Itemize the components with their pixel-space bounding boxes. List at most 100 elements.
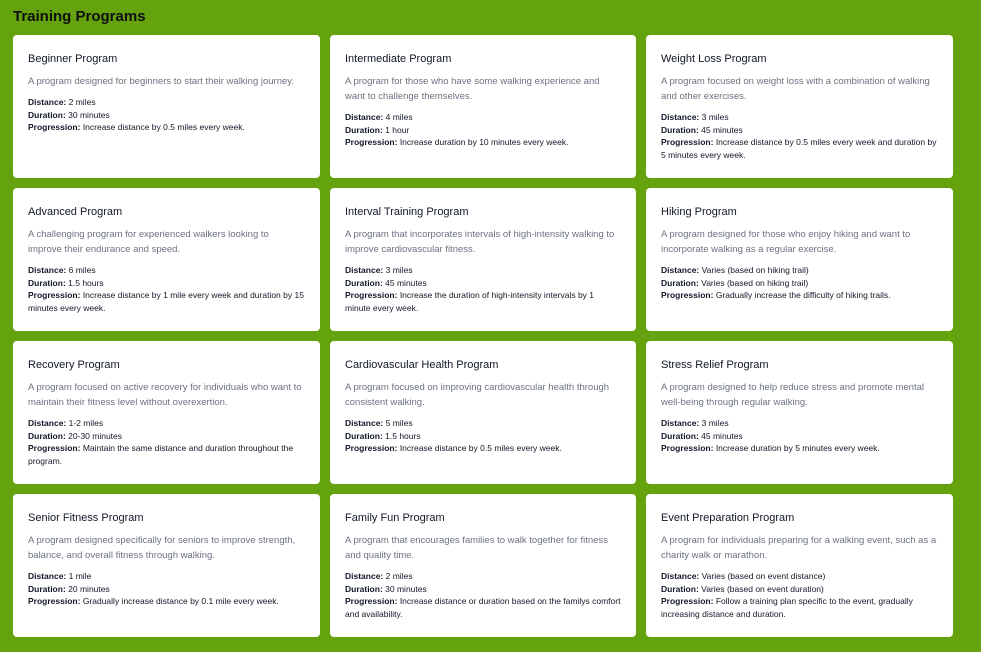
program-description: A program focused on improving cardiovas… <box>345 382 610 408</box>
distance-label: Distance: <box>28 265 67 275</box>
program-duration: Duration: 1.5 hours <box>345 430 621 443</box>
progression-label: Progression: <box>345 137 398 147</box>
distance-value: Varies (based on event distance) <box>701 571 826 581</box>
program-progression: Progression: Increase distance by 1 mile… <box>28 289 305 314</box>
program-title: Family Fun Program <box>345 512 445 524</box>
progression-value: Increase distance by 0.5 miles every wee… <box>82 122 245 132</box>
program-duration: Duration: 20-30 minutes <box>28 430 305 443</box>
program-description: A program designed for those who enjoy h… <box>661 229 911 255</box>
program-card: Recovery Program A program focused on act… <box>13 341 320 484</box>
program-duration: Duration: Varies (based on hiking trail) <box>661 277 938 290</box>
program-distance: Distance: 2 miles <box>28 96 305 109</box>
duration-value: 20-30 minutes <box>68 430 123 441</box>
duration-label: Duration: <box>345 277 383 288</box>
distance-value: 6 miles <box>68 265 96 275</box>
distance-label: Distance: <box>345 112 384 122</box>
distance-label: Distance: <box>345 418 384 428</box>
program-card: Advanced Program A challenging program fo… <box>13 188 320 331</box>
distance-label: Distance: <box>661 265 700 275</box>
program-card: Event Preparation Program A program for i… <box>646 494 953 637</box>
distance-value: 3 miles <box>385 265 413 275</box>
program-description: A program for those who have some walkin… <box>345 76 600 102</box>
program-title: Interval Training Program <box>345 206 469 218</box>
duration-value: Varies (based on hiking trail) <box>701 277 809 288</box>
program-progression: Progression: Maintain the same distance … <box>28 442 305 467</box>
duration-label: Duration: <box>28 430 66 441</box>
program-duration: Duration: 20 minutes <box>28 583 305 596</box>
program-progression: Progression: Increase distance by 0.5 mi… <box>345 442 621 455</box>
progression-label: Progression: <box>661 596 714 606</box>
program-duration: Duration: 30 minutes <box>345 583 621 596</box>
program-card: Senior Fitness Program A program designed… <box>13 494 320 637</box>
program-duration: Duration: 1.5 hours <box>28 277 305 290</box>
distance-value: 3 miles <box>701 418 729 428</box>
program-card: Weight Loss Program A program focused on … <box>646 35 953 178</box>
program-title: Advanced Program <box>28 206 123 218</box>
distance-value: Varies (based on hiking trail) <box>701 265 809 275</box>
progression-label: Progression: <box>661 443 714 453</box>
distance-label: Distance: <box>661 112 700 122</box>
program-duration: Duration: Varies (based on event duratio… <box>661 583 938 596</box>
distance-label: Distance: <box>28 97 67 107</box>
program-description: A program designed specifically for seni… <box>28 535 296 561</box>
program-description: A program that incorporates intervals of… <box>345 229 615 255</box>
progression-label: Progression: <box>345 443 398 453</box>
program-duration: Duration: 1 hour <box>345 124 621 137</box>
program-card: Hiking Program A program designed for tho… <box>646 188 953 331</box>
program-distance: Distance: 5 miles <box>345 417 621 430</box>
duration-value: 1 hour <box>385 124 410 135</box>
duration-value: 1.5 hours <box>68 277 104 288</box>
program-distance: Distance: Varies (based on event distanc… <box>661 570 938 583</box>
duration-label: Duration: <box>28 277 66 288</box>
duration-label: Duration: <box>28 583 66 594</box>
distance-value: 3 miles <box>701 112 729 122</box>
program-distance: Distance: 3 miles <box>661 417 938 430</box>
program-card: Interval Training Program A program that … <box>330 188 636 331</box>
distance-value: 2 miles <box>68 97 96 107</box>
duration-label: Duration: <box>345 430 383 441</box>
progression-value: Gradually increase distance by 0.1 mile … <box>82 596 279 606</box>
distance-label: Distance: <box>345 265 384 275</box>
program-title: Hiking Program <box>661 206 737 218</box>
progression-label: Progression: <box>661 290 714 300</box>
program-duration: Duration: 45 minutes <box>661 430 938 443</box>
distance-value: 2 miles <box>385 571 413 581</box>
duration-label: Duration: <box>661 124 699 135</box>
distance-label: Distance: <box>28 571 67 581</box>
duration-label: Duration: <box>345 583 383 594</box>
page: Training Programs Beginner Program A prog… <box>0 0 981 637</box>
program-distance: Distance: 3 miles <box>661 111 938 124</box>
program-title: Weight Loss Program <box>661 53 767 65</box>
progression-value: Increase distance by 0.5 miles every wee… <box>399 443 562 453</box>
program-distance: Distance: 3 miles <box>345 264 621 277</box>
program-card: Stress Relief Program A program designed … <box>646 341 953 484</box>
program-progression: Progression: Increase duration by 5 minu… <box>661 442 938 455</box>
program-distance: Distance: 1 mile <box>28 570 305 583</box>
program-distance: Distance: 1-2 miles <box>28 417 305 430</box>
program-progression: Progression: Increase distance by 0.5 mi… <box>661 136 938 161</box>
progression-label: Progression: <box>28 443 81 453</box>
program-progression: Progression: Increase distance or durati… <box>345 595 621 620</box>
program-distance: Distance: 2 miles <box>345 570 621 583</box>
program-card: Intermediate Program A program for those … <box>330 35 636 178</box>
distance-value: 1-2 miles <box>68 418 104 428</box>
duration-value: 30 minutes <box>68 109 110 120</box>
distance-label: Distance: <box>661 418 700 428</box>
duration-label: Duration: <box>345 124 383 135</box>
duration-value: 45 minutes <box>701 430 743 441</box>
program-progression: Progression: Increase the duration of hi… <box>345 289 621 314</box>
progression-value: Increase duration by 10 minutes every we… <box>399 137 569 147</box>
duration-label: Duration: <box>28 109 66 120</box>
program-progression: Progression: Increase distance by 0.5 mi… <box>28 121 305 134</box>
progression-label: Progression: <box>345 596 398 606</box>
program-title: Recovery Program <box>28 359 120 371</box>
program-title: Cardiovascular Health Program <box>345 359 499 371</box>
distance-value: 1 mile <box>68 571 92 581</box>
program-progression: Progression: Increase duration by 10 min… <box>345 136 621 149</box>
program-description: A program designed to help reduce stress… <box>661 382 924 408</box>
duration-value: 45 minutes <box>701 124 743 135</box>
program-duration: Duration: 30 minutes <box>28 109 305 122</box>
duration-label: Duration: <box>661 277 699 288</box>
duration-value: 1.5 hours <box>385 430 421 441</box>
distance-value: 5 miles <box>385 418 413 428</box>
